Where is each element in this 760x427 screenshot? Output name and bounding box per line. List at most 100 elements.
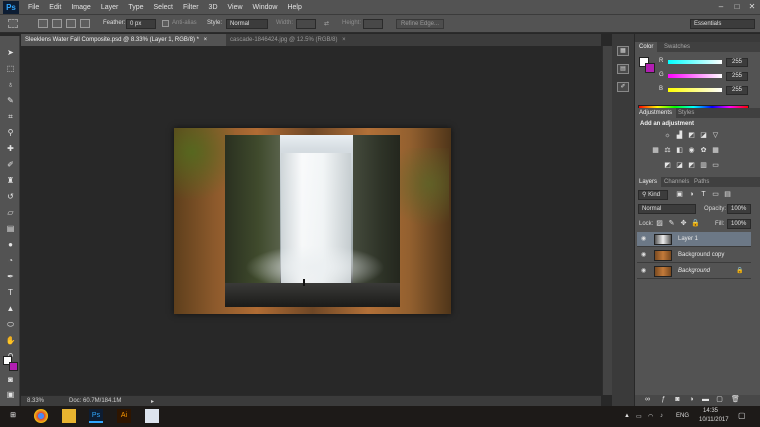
close-tab-icon[interactable]: × [342,37,346,43]
brightness-icon[interactable]: ☼ [663,132,672,140]
layer-row-background[interactable]: ◉ Background 🔒 [637,264,751,279]
language-indicator[interactable]: ENG [676,413,689,419]
invert-icon[interactable]: ◩ [663,162,672,170]
feather-input[interactable]: 0 px [126,19,156,29]
blue-value[interactable]: 255 [726,86,748,95]
visibility-eye-icon[interactable]: ◉ [641,268,649,274]
marquee-preset-icon[interactable] [8,19,18,28]
link-layers-icon[interactable]: ∞ [643,396,652,404]
bg-color-chip[interactable] [645,63,655,73]
history-panel-icon[interactable]: ▦ [617,46,629,56]
channel-mixer-icon[interactable]: ✿ [699,147,708,155]
clone-stamp-icon[interactable]: ♜ [5,176,16,186]
style-select[interactable]: Normal [226,19,268,29]
quick-selection-icon[interactable]: ✎ [5,96,16,106]
refine-edge-button[interactable]: Refine Edge... [396,19,444,29]
menu-file[interactable]: File [23,0,44,15]
lasso-tool-icon[interactable]: ♁ [5,80,16,90]
lock-image-icon[interactable]: ✎ [667,220,676,228]
file-explorer-icon[interactable] [62,409,76,423]
width-input[interactable] [296,19,316,29]
add-selection-icon[interactable] [52,19,62,28]
tab-sleeklens-composite[interactable]: Sleeklens Water Fall Composite.psd @ 8.3… [21,34,226,46]
type-tool-icon[interactable]: T [5,288,16,298]
blend-mode-select[interactable]: Normal [638,204,696,214]
workspace-select[interactable]: Essentials [690,19,755,29]
illustrator-taskbar-icon[interactable]: Ai [117,409,131,423]
dodge-tool-icon[interactable]: ◔ [5,256,16,266]
blur-tool-icon[interactable]: ● [5,240,16,250]
visibility-eye-icon[interactable]: ◉ [641,252,649,258]
subtract-selection-icon[interactable] [66,19,76,28]
canvas-image[interactable] [174,128,451,314]
tab-channels[interactable]: Channels [660,177,693,187]
hue-saturation-icon[interactable]: ▦ [651,147,660,155]
notepad-icon[interactable] [145,409,159,423]
layer-row-background-copy[interactable]: ◉ Background copy [637,248,751,263]
vertical-scrollbar[interactable] [602,46,612,395]
new-group-icon[interactable]: ▬ [701,396,710,404]
tab-styles[interactable]: Styles [674,108,698,118]
properties-panel-icon[interactable]: ▤ [617,64,629,74]
tab-color[interactable]: Color [635,42,658,52]
color-balance-icon[interactable]: ⚖ [663,147,672,155]
tab-swatches[interactable]: Swatches [660,42,694,52]
notifications-icon[interactable]: ▢ [738,411,746,420]
eyedropper-tool-icon[interactable]: ⚲ [5,128,16,138]
close-window-button[interactable]: ✕ [746,2,758,12]
photoshop-taskbar-icon[interactable]: Ps [89,409,103,423]
menu-select[interactable]: Select [149,0,178,15]
brush-panel-icon[interactable]: ✐ [617,82,629,92]
new-adjustment-icon[interactable]: ◑ [687,396,696,404]
filter-pixel-icon[interactable]: ▣ [675,191,684,199]
tab-adjustments[interactable]: Adjustments [635,108,677,118]
background-color-swatch[interactable] [9,362,18,371]
menu-help[interactable]: Help [282,0,306,15]
green-value[interactable]: 255 [726,72,748,81]
chrome-icon[interactable] [34,409,48,423]
network-tray-icon[interactable]: ▲ [624,413,630,419]
tab-layers[interactable]: Layers [635,177,662,187]
photo-filter-icon[interactable]: ◉ [687,147,696,155]
new-selection-icon[interactable] [38,19,48,28]
red-value[interactable]: 255 [726,58,748,67]
black-white-icon[interactable]: ◧ [675,147,684,155]
blue-slider[interactable] [668,88,722,92]
filter-smart-icon[interactable]: ▤ [723,191,732,199]
battery-tray-icon[interactable]: ▭ [636,413,642,420]
history-brush-icon[interactable]: ↺ [5,192,16,202]
color-lookup-icon[interactable]: ▦ [711,147,720,155]
antialias-checkbox[interactable] [162,20,169,27]
marquee-tool-icon[interactable]: ⬚ [5,64,16,74]
menu-image[interactable]: Image [66,0,95,15]
healing-brush-icon[interactable]: ✚ [5,144,16,154]
threshold-icon[interactable]: ◩ [687,162,696,170]
menu-edit[interactable]: Edit [44,0,66,15]
menu-3d[interactable]: 3D [204,0,223,15]
path-selection-icon[interactable]: ▲ [5,304,16,314]
volume-tray-icon[interactable]: ♪ [660,413,663,419]
lock-position-icon[interactable]: ✥ [679,220,688,228]
eraser-tool-icon[interactable]: ▱ [5,208,16,218]
layer-row-layer1[interactable]: ◉ Layer 1 [637,232,751,247]
pen-tool-icon[interactable]: ✒ [5,272,16,282]
menu-window[interactable]: Window [248,0,283,15]
tab-cascade[interactable]: cascade-1846424.jpg @ 12.5% (RGB/8) × [226,34,366,46]
menu-filter[interactable]: Filter [178,0,204,15]
close-tab-icon[interactable]: × [204,37,208,43]
height-input[interactable] [363,19,383,29]
filter-shape-icon[interactable]: ▭ [711,191,720,199]
status-arrow-icon[interactable]: ▸ [151,398,154,405]
crop-tool-icon[interactable]: ⌗ [5,112,16,122]
exposure-icon[interactable]: ◪ [699,132,708,140]
levels-icon[interactable]: ▟ [675,132,684,140]
visibility-eye-icon[interactable]: ◉ [641,236,649,242]
swap-icon[interactable]: ⇄ [324,20,329,27]
layer-style-icon[interactable]: ƒ [659,396,668,404]
lock-all-icon[interactable]: 🔒 [691,220,700,228]
clock-time[interactable]: 14:35 [703,408,718,414]
move-tool-icon[interactable]: ➤ [5,48,16,58]
clock-date[interactable]: 10/11/2017 [699,417,729,423]
zoom-level[interactable]: 8.33% [27,398,44,404]
curves-icon[interactable]: ◩ [687,132,696,140]
